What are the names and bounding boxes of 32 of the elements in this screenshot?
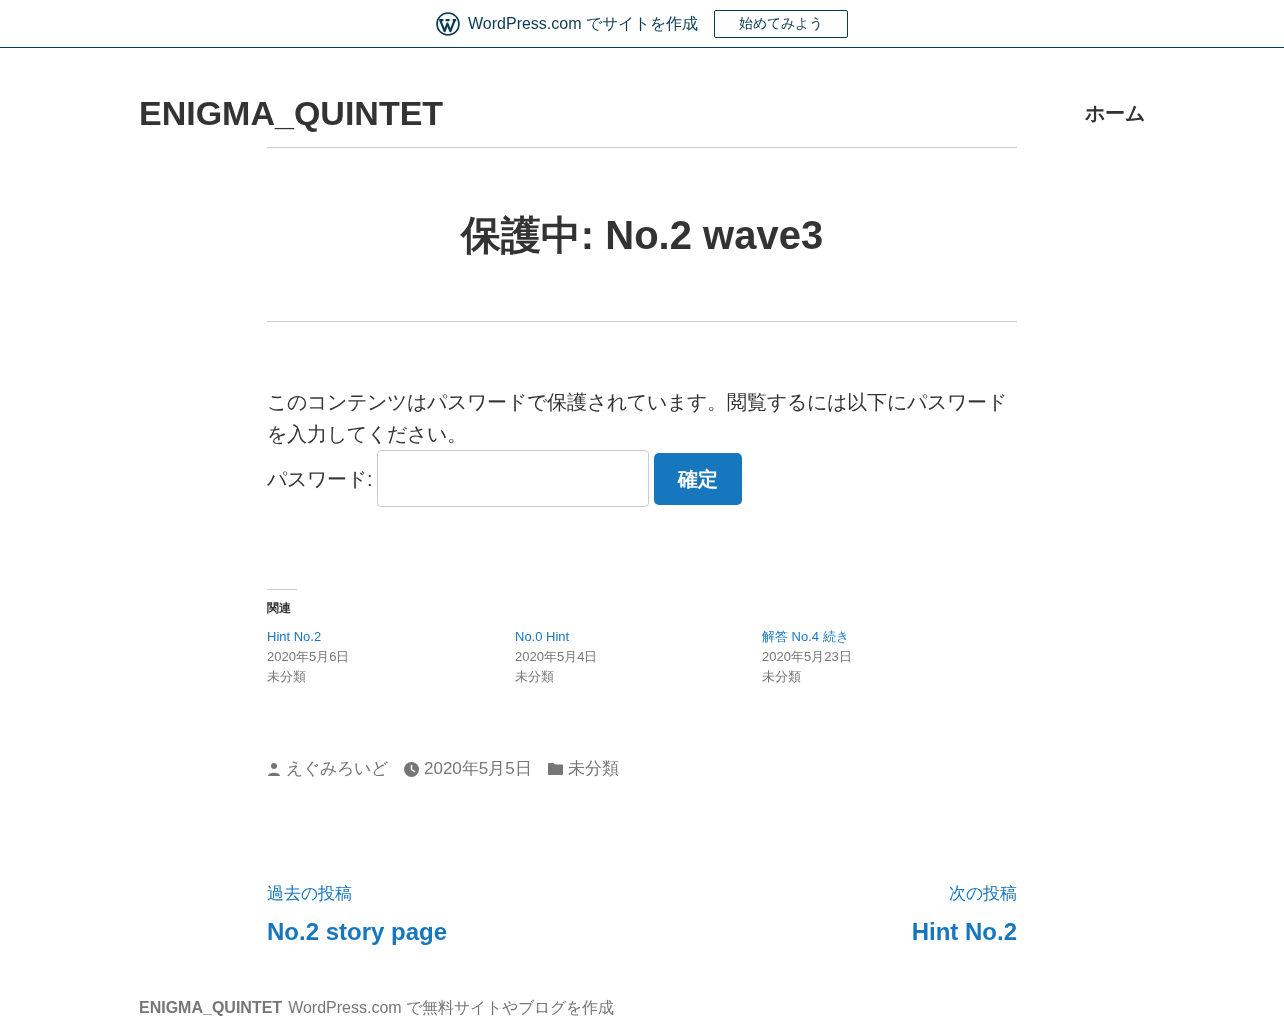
post-nav-caption-link[interactable]: 次の投稿 [949, 882, 1017, 906]
get-started-button[interactable]: 始めてみよう [713, 9, 848, 38]
promo-text: WordPress.com でサイトを作成 [468, 13, 698, 34]
related-post-link[interactable]: No.0 Hint [515, 627, 570, 647]
post-title: 保護中: No.2 wave3 [459, 212, 825, 259]
related-heading: 関連 [267, 600, 292, 616]
post-nav-caption-link[interactable]: 過去の投稿 [267, 882, 352, 906]
post-date-link[interactable]: 2020年5月5日 [424, 757, 532, 781]
post-author-link[interactable]: えぐみろいど [286, 757, 388, 781]
footer-site-title-link[interactable]: ENIGMA_QUINTET [139, 998, 283, 1018]
related-post-date: 2020年5月23日 [762, 648, 852, 666]
related-post-category: 未分類 [515, 668, 554, 686]
related-post-date: 2020年5月4日 [515, 648, 598, 666]
protected-message: このコンテンツはパスワードで保護されています。閲覧するには以下にパスワードを入力してください。 [267, 390, 1008, 447]
password-label: パスワード: [267, 466, 373, 492]
site-title-link[interactable]: ENIGMA_QUINTET [139, 93, 444, 133]
related-post-date: 2020年5月6日 [267, 648, 350, 666]
post-nav-title-link[interactable]: No.2 story page [267, 916, 448, 948]
post-category-link[interactable]: 未分類 [567, 757, 619, 781]
related-post-category: 未分類 [267, 668, 306, 686]
submit-button[interactable]: 確定 [653, 452, 742, 505]
person-icon [267, 762, 281, 776]
related-post-link[interactable]: 解答 No.4 続き [762, 627, 849, 647]
clock-icon [404, 761, 419, 777]
password-field[interactable] [376, 450, 649, 507]
footer-credit-link[interactable]: WordPress.com で無料サイトやブログを作成 [288, 998, 615, 1018]
nav-link[interactable]: ホーム [1085, 99, 1145, 127]
post-nav-title-link[interactable]: Hint No.2 [911, 916, 1017, 948]
w-logo-icon [436, 11, 460, 36]
folder-icon [547, 763, 563, 775]
related-post-category: 未分類 [762, 668, 801, 686]
related-post-link[interactable]: Hint No.2 [267, 627, 322, 647]
